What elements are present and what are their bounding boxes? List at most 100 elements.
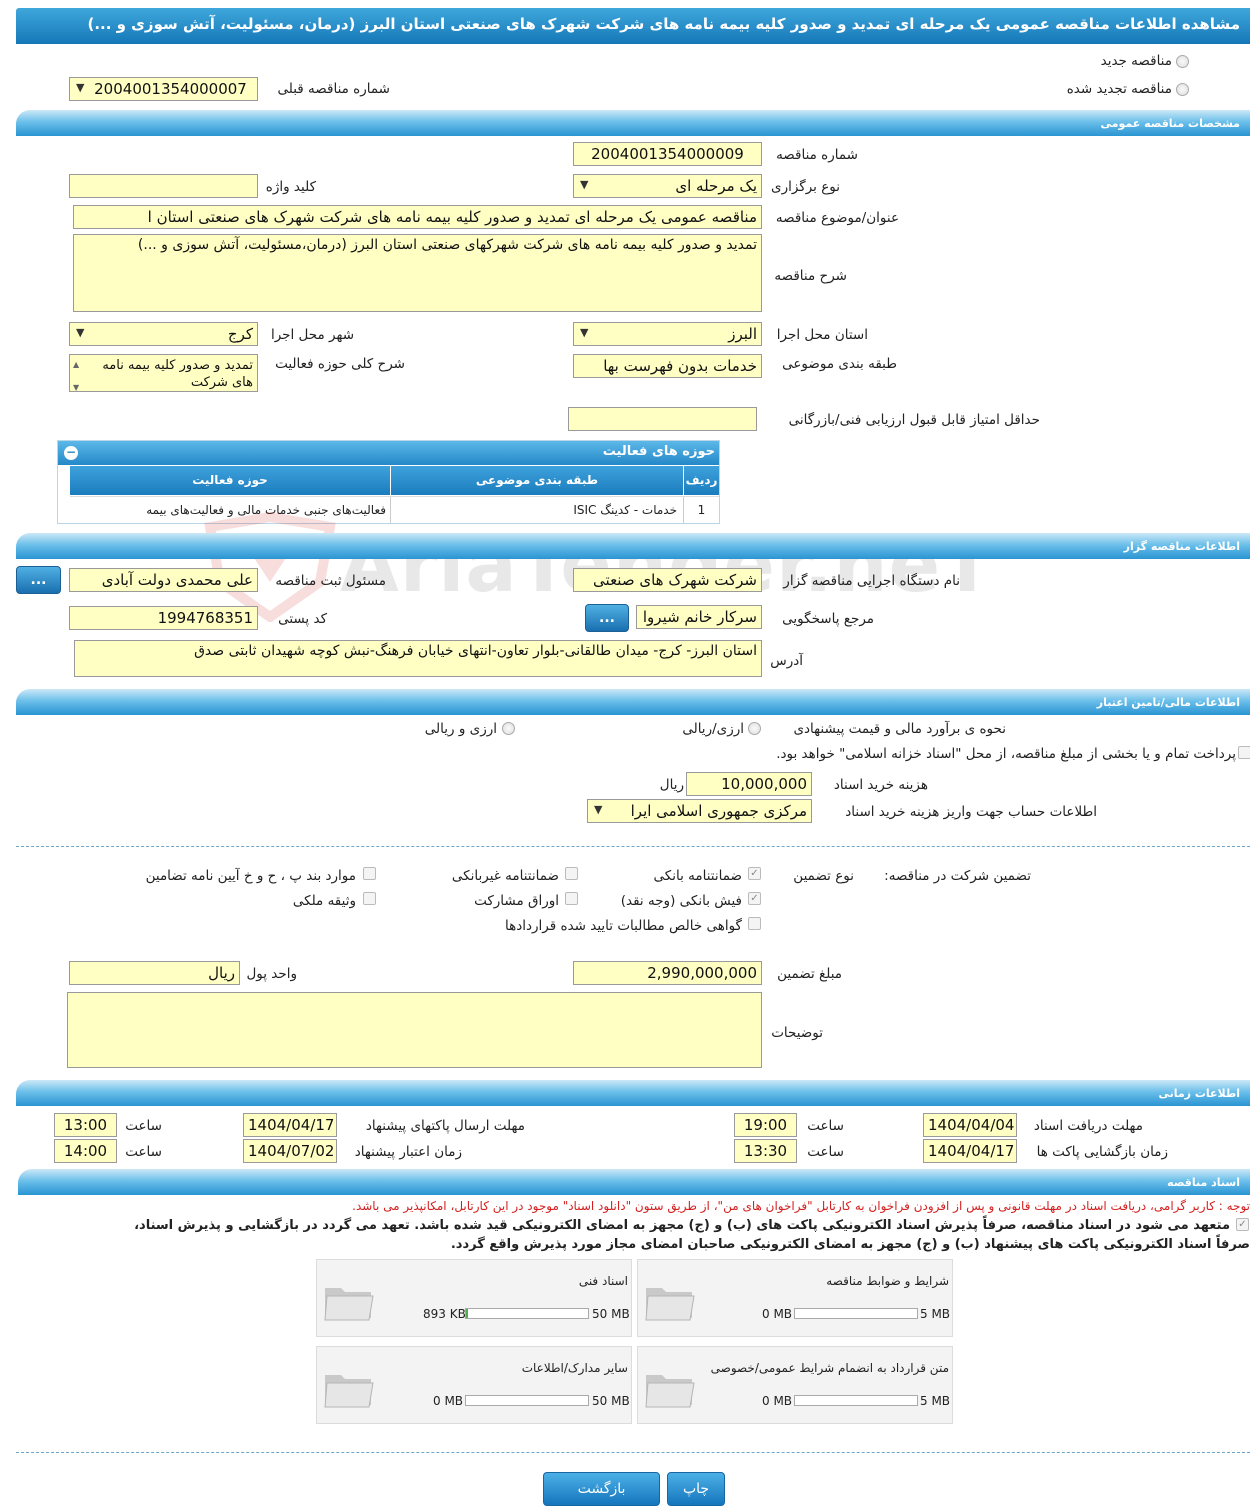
print-button[interactable]: چاپ bbox=[667, 1472, 725, 1506]
new-tender-radio[interactable] bbox=[1176, 55, 1189, 68]
send-date-field[interactable]: 1404/04/17 bbox=[243, 1113, 337, 1137]
doc-card-contract[interactable]: متن قرارداد به انضمام شرایط عمومی/خصوصی … bbox=[637, 1346, 953, 1424]
commit-checkbox[interactable]: ✓ bbox=[1236, 1218, 1249, 1231]
send-label: مهلت ارسال پاکتهای پیشنهاد bbox=[365, 1118, 525, 1134]
chevron-down-icon: ▼ bbox=[594, 803, 603, 816]
bonds-checkbox[interactable] bbox=[565, 892, 578, 905]
city-select[interactable]: ▼ کرج bbox=[69, 322, 258, 346]
section-general: مشخصات مناقصه عمومی bbox=[16, 110, 1250, 136]
min-score-field[interactable] bbox=[568, 407, 757, 431]
collapse-icon[interactable]: − bbox=[64, 446, 78, 460]
send-time-field[interactable]: 13:00 bbox=[54, 1113, 117, 1137]
province-select[interactable]: ▼ البرز bbox=[573, 322, 762, 346]
doc-max: 5 MB bbox=[920, 1307, 951, 1321]
folder-icon bbox=[324, 1375, 374, 1408]
doc-cost-label: هزینه خرید اسناد bbox=[833, 777, 928, 793]
scope-label: شرح کلی حوزه فعالیت bbox=[275, 356, 405, 372]
renewed-tender-radio[interactable] bbox=[1176, 83, 1189, 96]
estimate-rial-radio[interactable] bbox=[748, 722, 761, 735]
section-financial: اطلاعات مالی/تامین اعتبار bbox=[16, 689, 1250, 715]
open-date-field[interactable]: 1404/04/17 bbox=[923, 1139, 1017, 1163]
validity-label: زمان اعتبار پیشنهاد bbox=[354, 1144, 462, 1160]
clauses-checkbox[interactable] bbox=[363, 867, 376, 880]
amount-field[interactable]: 2,990,000,000 bbox=[573, 961, 762, 985]
estimate-foreign-radio[interactable] bbox=[502, 722, 515, 735]
officer-lookup-button[interactable]: ... bbox=[16, 566, 61, 594]
estimate-label: نحوه ی برآورد مالی و قیمت پیشنهادی bbox=[793, 721, 1006, 737]
estimate-foreign-label: ارزی و ریالی bbox=[424, 721, 497, 737]
treasury-checkbox[interactable] bbox=[1238, 746, 1250, 759]
scroll-up-icon[interactable]: ▲ bbox=[73, 356, 79, 373]
back-button[interactable]: بازگشت bbox=[543, 1472, 660, 1506]
doc-used: 893 KB bbox=[423, 1307, 466, 1321]
receivables-label: گواهی خالص مطالبات تایید شده قراردادها bbox=[505, 918, 742, 934]
doc-card-terms[interactable]: شرایط و ضوابط مناقصه 0 MB 5 MB bbox=[637, 1259, 953, 1337]
address-field[interactable]: استان البرز- کرج- میدان طالقانی-بلوار تع… bbox=[74, 640, 762, 677]
open-label: زمان بازگشایی پاکت ها bbox=[1036, 1144, 1168, 1160]
city-label: شهر محل اجرا bbox=[270, 327, 354, 343]
doc-card-technical[interactable]: اسناد فنی 893 KB 50 MB bbox=[316, 1259, 632, 1337]
subject-field[interactable]: مناقصه عمومی یک مرحله ای تمدید و صدور کل… bbox=[73, 205, 762, 229]
validity-date-field[interactable]: 1404/07/02 bbox=[243, 1139, 337, 1163]
row-number: 1 bbox=[683, 497, 719, 523]
org-field[interactable]: شرکت شهرک های صنعتی bbox=[573, 568, 762, 592]
ref-field[interactable]: سرکار خانم شیروا bbox=[636, 605, 762, 629]
notes-field[interactable] bbox=[67, 992, 762, 1068]
page-title: مشاهده اطلاعات مناقصه عمومی یک مرحله ای … bbox=[16, 8, 1250, 44]
amount-label: مبلغ تضمین bbox=[777, 966, 842, 982]
keyword-field[interactable] bbox=[69, 174, 258, 198]
new-tender-label: مناقصه جدید bbox=[1100, 53, 1172, 69]
receive-time-field[interactable]: 19:00 bbox=[734, 1113, 797, 1137]
doc-max: 5 MB bbox=[920, 1394, 951, 1408]
category-label: طبقه بندی موضوعی bbox=[782, 356, 897, 372]
postal-field[interactable]: 1994768351 bbox=[69, 606, 258, 630]
doc-progress-bar bbox=[794, 1308, 918, 1319]
chevron-down-icon: ▼ bbox=[76, 81, 85, 94]
doc-name: شرایط و ضوابط مناقصه bbox=[826, 1274, 949, 1288]
currency-field[interactable]: ریال bbox=[69, 961, 240, 985]
doc-used: 0 MB bbox=[762, 1307, 793, 1321]
treasury-label: پرداخت تمام و یا بخشی از مبلغ مناقصه، از… bbox=[776, 746, 1236, 762]
category-field[interactable]: خدمات بدون فهرست بها bbox=[573, 354, 762, 378]
ref-lookup-button[interactable]: ... bbox=[585, 604, 629, 632]
min-score-label: حداقل امتیاز قابل قبول ارزیابی فنی/بازرگ… bbox=[788, 412, 1040, 428]
prev-number-select[interactable]: ▼ 2004001354000007 bbox=[69, 77, 258, 101]
cash-checkbox[interactable]: ✓ bbox=[748, 892, 761, 905]
desc-label: شرح مناقصه bbox=[774, 268, 847, 284]
officer-field[interactable]: علی محمدی دولت آبادی bbox=[69, 568, 258, 592]
bank-guarantee-checkbox[interactable]: ✓ bbox=[748, 867, 761, 880]
col-activity-header: حوزه فعالیت bbox=[192, 473, 268, 487]
divider bbox=[16, 1452, 1250, 1453]
account-select[interactable]: ▼ مرکزی جمهوری اسلامی ایرا bbox=[587, 799, 812, 823]
province-label: استان محل اجرا bbox=[776, 327, 868, 343]
receive-date-field[interactable]: 1404/04/04 bbox=[923, 1113, 1017, 1137]
nonbank-guarantee-checkbox[interactable] bbox=[565, 867, 578, 880]
estimate-rial-label: ارزی/ریالی bbox=[682, 721, 744, 737]
activities-columns: ردیف طبقه بندی موضوعی حوزه فعالیت bbox=[70, 465, 719, 496]
doc-progress-bar bbox=[465, 1308, 589, 1319]
doc-cost-field[interactable]: 10,000,000 bbox=[686, 772, 812, 796]
desc-field[interactable]: تمدید و صدور کلیه بیمه نامه های شرکت شهر… bbox=[73, 234, 762, 312]
activities-header: حوزه های فعالیت − bbox=[58, 441, 719, 465]
doc-name: متن قرارداد به انضمام شرایط عمومی/خصوصی bbox=[710, 1361, 949, 1375]
activities-panel: حوزه های فعالیت − ردیف طبقه بندی موضوعی … bbox=[57, 440, 720, 524]
open-time-field[interactable]: 13:30 bbox=[734, 1139, 797, 1163]
receive-label: مهلت دریافت اسناد bbox=[1033, 1118, 1143, 1134]
doc-card-other[interactable]: سایر مدارک/اطلاعات 0 MB 50 MB bbox=[316, 1346, 632, 1424]
validity-time-field[interactable]: 14:00 bbox=[54, 1139, 117, 1163]
type-label: نوع برگزاری bbox=[771, 179, 840, 195]
doc-max: 50 MB bbox=[592, 1394, 630, 1408]
doc-progress-bar bbox=[794, 1395, 918, 1406]
folder-icon bbox=[645, 1288, 695, 1321]
type-select[interactable]: ▼ یک مرحله ای bbox=[573, 174, 762, 198]
receivables-checkbox[interactable] bbox=[748, 917, 761, 930]
doc-progress-bar bbox=[465, 1395, 589, 1406]
scroll-down-icon[interactable]: ▼ bbox=[73, 379, 79, 391]
account-label: اطلاعات حساب جهت واریز هزینه خرید اسناد bbox=[845, 804, 1097, 820]
scope-field[interactable]: تمدید و صدور کلیه بیمه نامه های شرکت ▲ ▼ bbox=[69, 354, 258, 392]
row-category: خدمات - کدینگ ISIC bbox=[390, 497, 683, 523]
tender-number-field[interactable]: 2004001354000009 bbox=[573, 142, 762, 166]
keyword-label: کلید واژه bbox=[265, 179, 316, 195]
property-checkbox[interactable] bbox=[363, 892, 376, 905]
section-organizer: اطلاعات مناقصه گزار bbox=[16, 533, 1250, 559]
